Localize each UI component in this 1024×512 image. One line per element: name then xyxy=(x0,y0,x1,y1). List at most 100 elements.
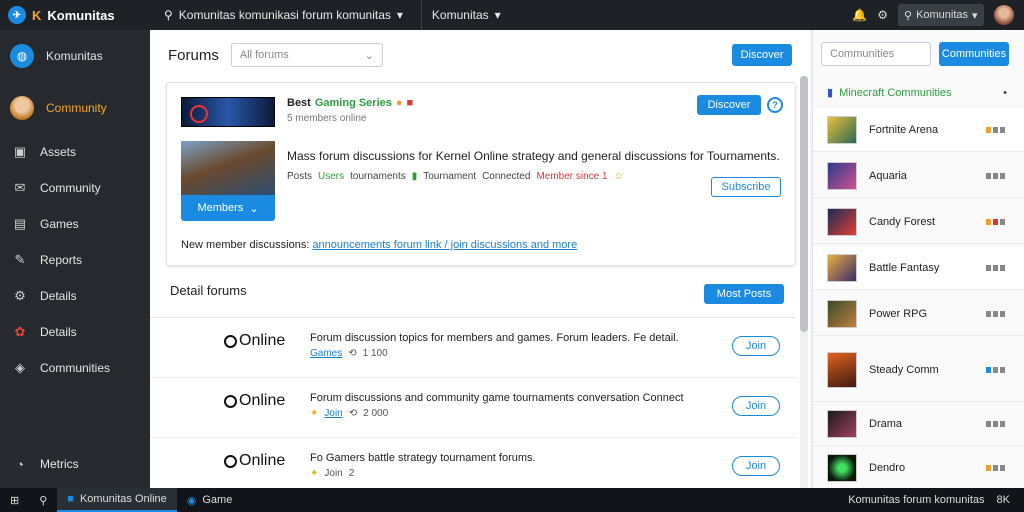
community-name: Dendro xyxy=(869,462,906,474)
notification-icon[interactable]: 🔔 xyxy=(852,8,867,22)
row-meta-count: 2 xyxy=(348,468,355,479)
start-button[interactable]: ⊞ xyxy=(0,488,29,512)
meta-tournament: Tournament xyxy=(423,171,477,182)
list-item[interactable]: Aquaria xyxy=(813,154,1024,198)
chevron-down-icon: ▾ xyxy=(494,8,501,22)
community-thumbnail xyxy=(827,454,857,482)
community-dropdown[interactable]: Komunitas ▾ xyxy=(420,0,501,30)
status-label: Online xyxy=(239,452,286,469)
sidebar-item-assets[interactable]: ▣ Assets xyxy=(0,134,150,170)
row-meta-link[interactable]: Join xyxy=(324,468,342,479)
community-thumbnail xyxy=(827,351,857,388)
community-thumbnail xyxy=(827,409,857,438)
footer-link[interactable]: announcements forum link / join discussi… xyxy=(312,239,577,251)
community-dropdown-label: Komunitas xyxy=(431,8,489,22)
community-badges xyxy=(986,420,1005,427)
featured-forum-description: Mass forum discussions for Kernel Online… xyxy=(287,149,780,163)
row-meta: Games ⟲ 1 100 xyxy=(310,348,388,359)
community-name: Power RPG xyxy=(869,307,928,320)
row-meta-link[interactable]: Join xyxy=(324,408,342,419)
sidebar-item-label: Metrics xyxy=(40,457,79,471)
sidebar-item-reports[interactable]: ✎ Reports xyxy=(0,242,150,278)
settings-icon[interactable]: ⚙ xyxy=(877,8,888,22)
sidebar-item-details[interactable]: ⚙ Details xyxy=(0,278,150,314)
scrollbar-thumb[interactable] xyxy=(800,76,808,332)
sidebar-item-community[interactable]: Community xyxy=(0,82,150,134)
list-item[interactable]: Power RPG xyxy=(813,292,1024,336)
communities-header[interactable]: ▮ Minecraft Communities • xyxy=(827,86,1007,100)
top-search-label: Komunitas xyxy=(916,9,969,21)
community-thumbnail xyxy=(827,253,857,282)
communities-search-placeholder: Communities xyxy=(830,48,895,60)
search-icon: ⚲ xyxy=(904,9,913,22)
featured-discover-button[interactable]: Discover xyxy=(697,95,761,115)
row-description: Forum discussion topics for members and … xyxy=(310,332,679,344)
list-item[interactable]: Fortnite Arena xyxy=(813,108,1024,152)
row-meta-link[interactable]: Games xyxy=(310,348,342,359)
flag-icon: ▮ xyxy=(411,171,418,182)
list-item[interactable]: Battle Fantasy xyxy=(813,246,1024,290)
forum-filter-select[interactable]: All forums ⌄ xyxy=(230,43,383,67)
meta-posts: Posts xyxy=(287,171,313,182)
list-item[interactable]: Drama xyxy=(813,402,1024,446)
join-button[interactable]: Join xyxy=(732,336,780,356)
table-row[interactable]: Online Forum discussion topics for membe… xyxy=(150,318,796,378)
mail-icon: ✉ xyxy=(14,180,26,195)
chevron-down-icon[interactable]: ▾ xyxy=(397,8,403,22)
row-description: Fo Gamers battle strategy tournament for… xyxy=(310,452,536,464)
table-row[interactable]: Online Forum discussions and community g… xyxy=(150,378,796,438)
row-description: Forum discussions and community game tou… xyxy=(310,392,684,404)
sidebar-item-label: Komunitas xyxy=(46,49,103,63)
list-item[interactable]: Candy Forest xyxy=(813,200,1024,244)
status-badge: Online xyxy=(224,332,285,350)
main-content: Forums All forums ⌄ Discover Best Gaming… xyxy=(150,30,810,488)
brand-name: Komunitas xyxy=(47,7,115,23)
most-posts-button[interactable]: Most Posts xyxy=(704,284,784,304)
top-search[interactable]: ⚲ Komunitas ▾ xyxy=(898,4,984,26)
taskbar-app-komunitas[interactable]: ■ Komunitas Online xyxy=(57,488,177,512)
avatar[interactable] xyxy=(994,5,1014,25)
join-button[interactable]: Join xyxy=(732,456,780,476)
app-icon: ■ xyxy=(67,493,74,505)
taskbar-search[interactable]: ⚲ xyxy=(29,488,57,512)
members-dropdown-button[interactable]: Members ⌄ xyxy=(181,195,275,221)
app-icon: ⚲ xyxy=(164,8,173,22)
meta-tournaments: tournaments xyxy=(350,171,406,182)
taskbar-app-label: Komunitas Online xyxy=(79,493,167,505)
featured-forum-meta: Posts Users tournaments ▮ Tournament Con… xyxy=(287,171,624,182)
comment-icon: ⟲ xyxy=(348,348,357,359)
featured-forum-title[interactable]: Best Gaming Series ● ■ xyxy=(287,97,413,109)
community-badges xyxy=(986,465,1005,471)
page-title: Forums xyxy=(168,46,219,64)
status-ring-icon xyxy=(224,394,237,408)
gauge-icon: ◔ xyxy=(16,456,24,472)
communities-search-input[interactable]: Communities xyxy=(821,42,931,66)
status-label: Online xyxy=(239,332,286,349)
chevron-down-icon: ⌄ xyxy=(364,49,374,62)
sidebar-item-communities[interactable]: ◈ Communities xyxy=(0,350,150,386)
sidebar-item-label: Reports xyxy=(40,253,83,267)
status-ring-icon xyxy=(224,454,237,468)
taskbar-app-game[interactable]: ◉ Game xyxy=(177,488,243,512)
brand[interactable]: ✈ K Komunitas xyxy=(0,0,150,30)
right-panel: Communities Communities ▮ Minecraft Comm… xyxy=(812,30,1024,488)
sidebar-item-community-mail[interactable]: ✉ Community xyxy=(0,170,150,206)
members-dropdown-label: Members xyxy=(197,202,244,214)
communities-button[interactable]: Communities xyxy=(939,42,1009,66)
discover-button[interactable]: Discover xyxy=(732,44,792,66)
sidebar-item-metrics[interactable]: ◔ Metrics xyxy=(0,446,150,482)
sidebar-item-komunitas[interactable]: ◍ Komunitas xyxy=(0,30,150,82)
forum-game-image xyxy=(181,141,275,195)
join-button[interactable]: Join xyxy=(732,396,780,416)
subscribe-button[interactable]: Subscribe xyxy=(711,177,781,197)
list-item[interactable]: Dendro xyxy=(813,446,1024,490)
sidebar-item-games[interactable]: ▤ Games xyxy=(0,206,150,242)
taskbar: ⊞ ⚲ ■ Komunitas Online ◉ Game Komunitas … xyxy=(0,488,1024,512)
window-title-text: Komunitas komunikasi forum komunitas xyxy=(178,8,391,22)
list-item[interactable]: Steady Comm xyxy=(813,338,1024,402)
taskbar-clock[interactable]: 8K xyxy=(997,494,1010,506)
help-icon[interactable]: ? xyxy=(767,97,783,113)
chart-icon: ⚙ xyxy=(14,288,26,303)
table-row[interactable]: Online Fo Gamers battle strategy tournam… xyxy=(150,438,796,488)
sidebar-item-details-badge[interactable]: ✿ Details xyxy=(0,314,150,350)
